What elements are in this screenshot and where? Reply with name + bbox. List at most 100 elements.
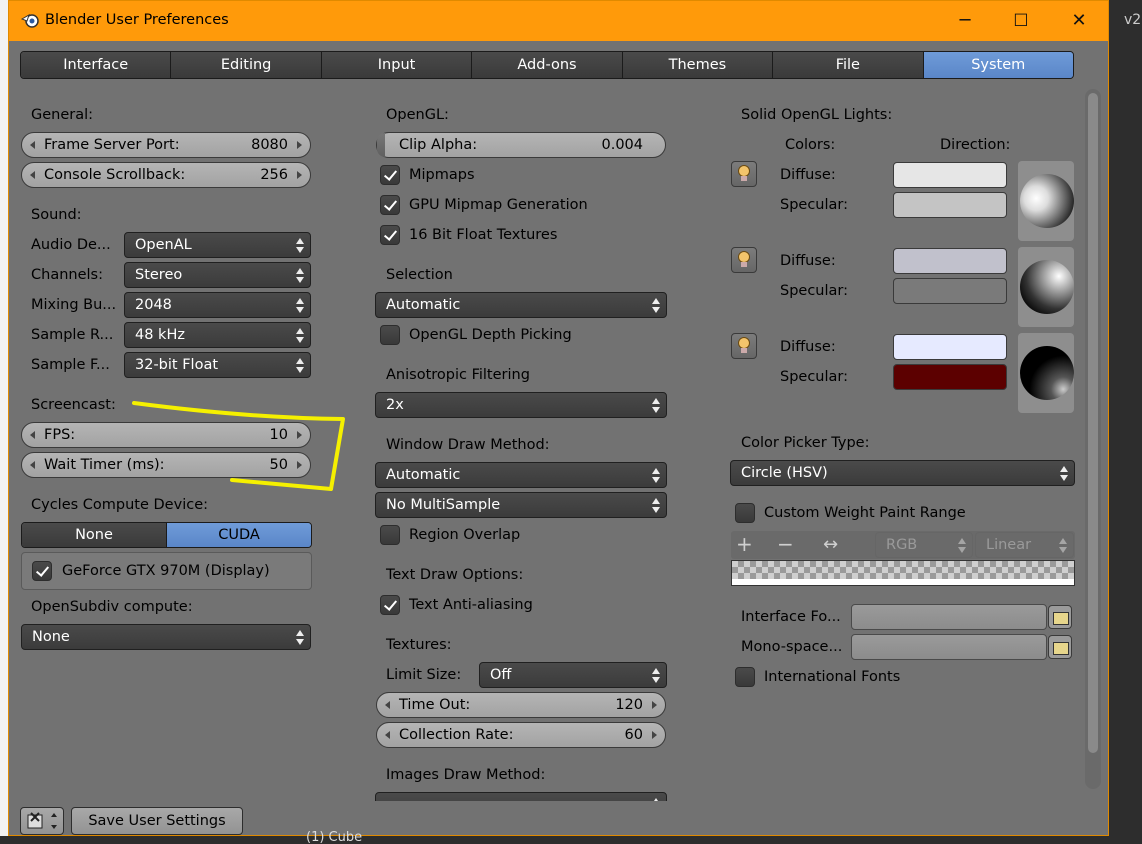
close-button[interactable]: ✕ xyxy=(1067,9,1091,33)
opensubdiv-select[interactable]: None xyxy=(21,624,311,650)
opengl-heading: OpenGL: xyxy=(386,107,449,123)
increment-arrow-icon[interactable] xyxy=(297,141,302,149)
light-3-toggle[interactable] xyxy=(731,333,757,359)
mixing-buffer-select[interactable]: 2048 xyxy=(124,292,311,318)
multisample-select[interactable]: No MultiSample xyxy=(375,492,667,518)
select-value: Linear xyxy=(986,537,1032,553)
save-user-settings-button[interactable]: Save User Settings xyxy=(71,807,243,835)
light-3-diffuse-color[interactable] xyxy=(893,334,1007,360)
select-value: 2048 xyxy=(135,297,172,313)
preferences-editor-icon xyxy=(27,812,57,829)
decrement-arrow-icon[interactable] xyxy=(30,461,35,469)
light-1-toggle[interactable] xyxy=(731,161,757,187)
add-stop-icon[interactable]: + xyxy=(736,532,753,556)
selection-select[interactable]: Automatic xyxy=(375,292,667,318)
flip-colorband-icon[interactable]: ↔ xyxy=(823,534,838,555)
images-draw-select[interactable] xyxy=(375,792,667,801)
mono-font-label: Mono-space... xyxy=(741,639,843,655)
editor-type-button[interactable] xyxy=(20,807,64,835)
decrement-arrow-icon[interactable] xyxy=(385,701,390,709)
title-bar[interactable]: Blender User Preferences ─ ☐ ✕ xyxy=(9,1,1108,41)
tab-interface[interactable]: Interface xyxy=(21,52,172,78)
light-2-specular-color[interactable] xyxy=(893,278,1007,304)
increment-arrow-icon[interactable] xyxy=(652,701,657,709)
float-textures-checkbox[interactable] xyxy=(380,225,400,245)
images-draw-heading: Images Draw Method: xyxy=(386,767,546,783)
light-1-direction-sphere[interactable] xyxy=(1018,161,1074,241)
color-picker-select[interactable]: Circle (HSV) xyxy=(730,460,1075,486)
direction-label: Direction: xyxy=(940,137,1011,153)
minimize-button[interactable]: ─ xyxy=(953,9,977,33)
frame-server-port-field[interactable]: Frame Server Port: 8080 xyxy=(21,132,311,158)
mipmaps-checkbox[interactable] xyxy=(380,165,400,185)
clip-alpha-slider[interactable]: Clip Alpha: 0.004 xyxy=(376,132,666,158)
folder-icon[interactable] xyxy=(1048,605,1072,629)
interface-font-field[interactable] xyxy=(851,604,1047,630)
folder-icon[interactable] xyxy=(1048,635,1072,659)
sample-format-label: Sample F... xyxy=(31,357,110,373)
blender-viewport-bottom xyxy=(0,836,1142,844)
scrollbar-thumb[interactable] xyxy=(1088,93,1098,753)
custom-weight-paint-checkbox[interactable] xyxy=(735,503,755,523)
weight-colorband-preview[interactable] xyxy=(731,560,1075,586)
remove-stop-icon[interactable]: − xyxy=(777,532,794,556)
updown-arrows-icon xyxy=(296,358,304,374)
color-mode-select[interactable]: RGB xyxy=(875,532,973,558)
audio-device-select[interactable]: OpenAL xyxy=(124,232,311,258)
anisotropic-select[interactable]: 2x xyxy=(375,392,667,418)
light-2-diffuse-label: Diffuse: xyxy=(780,253,836,269)
anisotropic-heading: Anisotropic Filtering xyxy=(386,367,530,383)
sample-format-select[interactable]: 32-bit Float xyxy=(124,352,311,378)
light-bulb-icon xyxy=(738,251,750,267)
decrement-arrow-icon[interactable] xyxy=(30,171,35,179)
tab-themes[interactable]: Themes xyxy=(622,52,774,78)
light-3-specular-label: Specular: xyxy=(780,369,848,385)
light-3-direction-sphere[interactable] xyxy=(1018,333,1074,413)
light-3-diffuse-label: Diffuse: xyxy=(780,339,836,355)
compute-none-option[interactable]: None xyxy=(22,523,167,547)
gpu-mipmap-checkbox[interactable] xyxy=(380,195,400,215)
decrement-arrow-icon[interactable] xyxy=(385,731,390,739)
collection-rate-field[interactable]: Collection Rate: 60 xyxy=(376,722,666,748)
limit-size-select[interactable]: Off xyxy=(479,662,667,688)
international-fonts-checkbox[interactable] xyxy=(735,667,755,687)
tab-input[interactable]: Input xyxy=(321,52,473,78)
select-value: Stereo xyxy=(135,267,183,283)
direction-ball[interactable] xyxy=(1020,260,1074,314)
light-1-specular-color[interactable] xyxy=(893,192,1007,218)
light-2-direction-sphere[interactable] xyxy=(1018,247,1074,327)
direction-ball[interactable] xyxy=(1020,174,1074,228)
channels-select[interactable]: Stereo xyxy=(124,262,311,288)
decrement-arrow-icon[interactable] xyxy=(30,431,35,439)
region-overlap-checkbox[interactable] xyxy=(380,525,400,545)
tab-add-ons[interactable]: Add-ons xyxy=(472,52,623,78)
tab-system[interactable]: System xyxy=(923,52,1073,78)
light-1-specular-label: Specular: xyxy=(780,197,848,213)
direction-ball[interactable] xyxy=(1020,346,1074,400)
sample-rate-select[interactable]: 48 kHz xyxy=(124,322,311,348)
maximize-button[interactable]: ☐ xyxy=(1009,9,1033,33)
increment-arrow-icon[interactable] xyxy=(652,731,657,739)
mono-font-field[interactable] xyxy=(851,634,1047,660)
tab-file[interactable]: File xyxy=(773,52,924,78)
light-1-diffuse-label: Diffuse: xyxy=(780,167,836,183)
text-antialiasing-checkbox[interactable] xyxy=(380,595,400,615)
light-2-diffuse-color[interactable] xyxy=(893,248,1007,274)
vertical-scrollbar[interactable] xyxy=(1085,89,1101,789)
interpolation-select[interactable]: Linear xyxy=(975,532,1074,558)
lights-heading: Solid OpenGL Lights: xyxy=(741,107,893,123)
console-scrollback-field[interactable]: Console Scrollback: 256 xyxy=(21,162,311,188)
decrement-arrow-icon[interactable] xyxy=(30,141,35,149)
time-out-field[interactable]: Time Out: 120 xyxy=(376,692,666,718)
light-3-specular-color[interactable] xyxy=(893,364,1007,390)
select-value: OpenAL xyxy=(135,237,192,253)
increment-arrow-icon[interactable] xyxy=(297,171,302,179)
depth-picking-checkbox[interactable] xyxy=(380,325,400,345)
gpu-device-checkbox[interactable] xyxy=(32,561,52,581)
compute-cuda-option[interactable]: CUDA xyxy=(167,523,311,547)
window-draw-select[interactable]: Automatic xyxy=(375,462,667,488)
tab-editing[interactable]: Editing xyxy=(171,52,322,78)
light-1-diffuse-color[interactable] xyxy=(893,162,1007,188)
light-2-toggle[interactable] xyxy=(731,247,757,273)
updown-arrows-icon xyxy=(652,668,660,684)
